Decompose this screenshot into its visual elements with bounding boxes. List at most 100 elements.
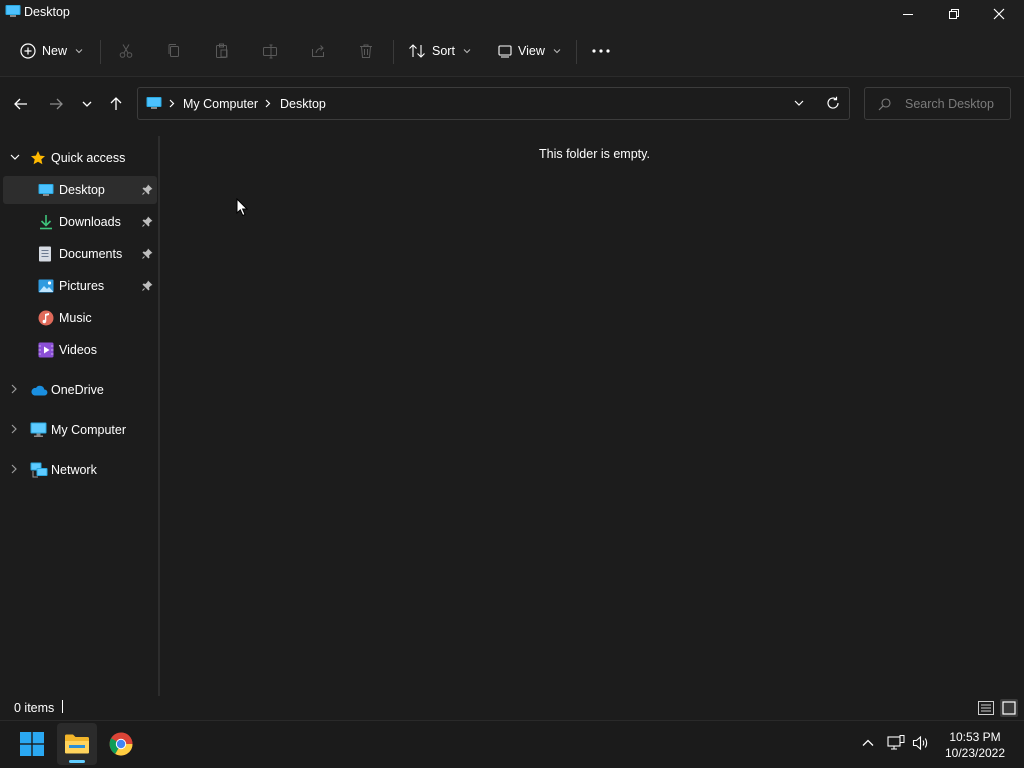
sort-arrows-icon (408, 43, 426, 59)
breadcrumb-separator-icon[interactable] (169, 99, 175, 108)
network-status-icon[interactable] (887, 735, 905, 751)
status-bar: 0 items (0, 696, 1024, 720)
clock-time: 10:53 PM (949, 730, 1001, 744)
breadcrumb-desktop[interactable]: Desktop (280, 97, 326, 111)
this-pc-icon (146, 96, 162, 110)
sidebar-item-label: My Computer (51, 423, 127, 437)
recent-locations-button[interactable] (75, 92, 99, 116)
expand-chevron-right-icon[interactable] (10, 384, 18, 394)
expand-chevron-right-icon[interactable] (10, 464, 18, 474)
sort-label: Sort (432, 44, 455, 58)
sidebar-item-videos[interactable]: Videos (3, 336, 157, 364)
rename-icon[interactable] (260, 41, 280, 61)
address-bar[interactable]: My Computer Desktop (137, 87, 850, 120)
downloads-icon (38, 214, 54, 230)
start-button[interactable] (12, 723, 52, 765)
sidebar-item-my-computer[interactable]: My Computer (3, 416, 157, 444)
view-button[interactable]: View (498, 28, 561, 74)
item-count: 0 items (14, 701, 55, 715)
expand-chevron-down-icon[interactable] (10, 153, 20, 161)
desktop-folder-icon (5, 4, 21, 18)
back-button[interactable] (9, 92, 33, 116)
sidebar-item-label: Quick access (51, 151, 126, 165)
chevron-down-icon (553, 47, 561, 55)
large-icons-view-button[interactable] (1000, 699, 1018, 717)
cut-icon[interactable] (116, 41, 136, 61)
sidebar-item-documents[interactable]: Documents (3, 240, 157, 268)
mouse-pointer-icon (236, 198, 248, 217)
sidebar-item-label: Desktop (59, 183, 105, 197)
breadcrumb-separator-icon[interactable] (265, 99, 271, 108)
network-icon (30, 462, 48, 478)
up-button[interactable] (104, 92, 128, 116)
taskbar-chrome[interactable] (101, 723, 141, 765)
pane-splitter[interactable] (158, 136, 160, 696)
view-layout-icon (498, 44, 512, 58)
sidebar-item-music[interactable]: Music (3, 304, 157, 332)
desktop-icon (38, 183, 54, 197)
pictures-icon (38, 279, 54, 293)
status-separator (62, 700, 63, 713)
copy-icon[interactable] (164, 41, 184, 61)
toolbar-divider (393, 40, 394, 64)
pin-icon[interactable] (142, 216, 153, 227)
new-label: New (42, 44, 68, 58)
windows-logo-icon (20, 732, 44, 756)
sidebar-item-label: Pictures (59, 279, 105, 293)
music-icon (38, 310, 54, 326)
new-button[interactable]: New (20, 28, 83, 74)
taskbar-clock[interactable]: 10:53 PM 10/23/2022 (935, 729, 1015, 761)
taskbar: 10:53 PM 10/23/2022 (0, 720, 1024, 768)
sort-button[interactable]: Sort (408, 28, 471, 74)
details-view-button[interactable] (977, 699, 995, 717)
onedrive-cloud-icon (30, 384, 48, 396)
file-explorer-icon (64, 733, 90, 755)
pin-icon[interactable] (142, 248, 153, 259)
refresh-icon[interactable] (826, 96, 840, 110)
restore-button[interactable] (931, 0, 977, 28)
minimize-button[interactable] (885, 0, 931, 28)
paste-icon[interactable] (212, 41, 232, 61)
plus-circle-icon (20, 43, 36, 59)
toolbar-divider (100, 40, 101, 64)
taskbar-file-explorer[interactable] (57, 723, 97, 765)
chrome-icon (109, 732, 133, 756)
sidebar-item-label: Network (51, 463, 97, 477)
sidebar-item-desktop[interactable]: Desktop (3, 176, 157, 204)
share-icon[interactable] (308, 41, 328, 61)
more-options-icon[interactable] (591, 41, 611, 61)
computer-icon (30, 422, 47, 438)
window-title: Desktop (24, 5, 70, 19)
toolbar-divider (576, 40, 577, 64)
volume-icon[interactable] (912, 735, 930, 751)
sidebar-item-label: Videos (59, 343, 97, 357)
sidebar-item-network[interactable]: Network (3, 456, 157, 484)
chevron-down-icon (463, 47, 471, 55)
delete-icon[interactable] (356, 41, 376, 61)
navigation-pane: Quick access Desktop Downloads Documents (0, 136, 157, 696)
expand-chevron-right-icon[interactable] (10, 424, 18, 434)
show-hidden-icons-chevron-up-icon[interactable] (861, 736, 875, 750)
sidebar-item-label: OneDrive (51, 383, 104, 397)
sidebar-item-pictures[interactable]: Pictures (3, 272, 157, 300)
search-icon (878, 98, 891, 111)
running-indicator (69, 760, 85, 763)
chevron-down-icon (75, 47, 83, 55)
search-box[interactable]: Search Desktop (864, 87, 1011, 120)
clock-date: 10/23/2022 (944, 746, 1006, 760)
address-history-dropdown-icon[interactable] (793, 97, 805, 109)
breadcrumb-my-computer[interactable]: My Computer (183, 97, 258, 111)
close-button[interactable] (976, 0, 1022, 28)
sidebar-item-label: Music (59, 311, 92, 325)
sidebar-item-onedrive[interactable]: OneDrive (3, 376, 157, 404)
sidebar-item-downloads[interactable]: Downloads (3, 208, 157, 236)
videos-icon (38, 342, 54, 358)
sidebar-item-quick-access[interactable]: Quick access (3, 144, 157, 172)
empty-folder-message: This folder is empty. (539, 147, 650, 161)
sidebar-item-label: Downloads (59, 215, 121, 229)
forward-button[interactable] (44, 92, 68, 116)
pin-icon[interactable] (142, 184, 153, 195)
pin-icon[interactable] (142, 280, 153, 291)
documents-icon (38, 246, 52, 262)
search-placeholder: Search Desktop (905, 97, 994, 111)
